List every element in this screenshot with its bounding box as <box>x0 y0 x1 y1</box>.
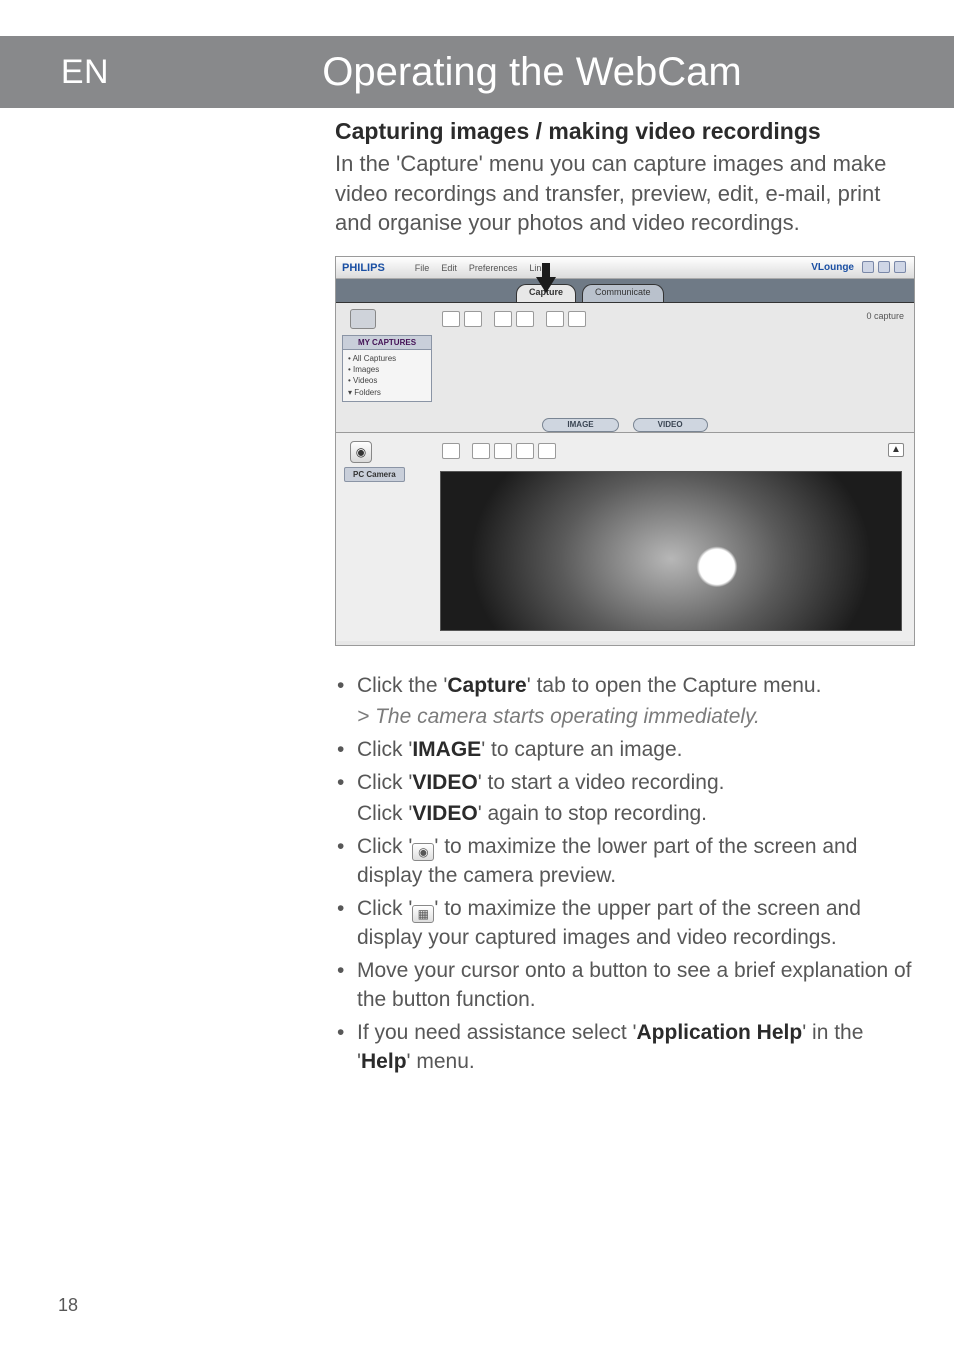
sub-note: > The camera starts operating immediatel… <box>335 703 914 732</box>
minimize-icon[interactable] <box>862 261 874 273</box>
pc-camera-label: PC Camera <box>344 467 405 482</box>
text: ' again to stop recording. <box>478 802 707 825</box>
app-brand: PHILIPS <box>342 262 385 274</box>
bold-text: Capture <box>447 674 526 697</box>
sidebar-item-images[interactable]: • Images <box>348 364 426 375</box>
sidebar-list: • All Captures • Images • Videos ▾ Folde… <box>342 350 432 402</box>
text: Click ' <box>357 897 412 920</box>
tool-icon[interactable] <box>494 443 512 459</box>
capture-mode-buttons: IMAGE VIDEO <box>336 414 914 432</box>
text: If you need assistance select ' <box>357 1021 637 1044</box>
window-controls: VLounge <box>811 261 906 273</box>
menu-preferences[interactable]: Preferences <box>469 263 518 273</box>
preview-pane: ◉ ▲ PC Camera <box>336 433 914 641</box>
chapter-title: Operating the WebCam <box>170 36 954 108</box>
tool-icon[interactable] <box>494 311 512 327</box>
tool-icon[interactable] <box>568 311 586 327</box>
sidebar-item-all[interactable]: • All Captures <box>348 353 426 364</box>
text: Click ' <box>357 835 412 858</box>
bold-text: VIDEO <box>412 771 477 794</box>
list-item: Click 'IMAGE' to capture an image. <box>335 736 914 765</box>
tool-icon[interactable] <box>516 311 534 327</box>
bold-text: Application Help <box>637 1021 803 1044</box>
text: Click the ' <box>357 674 447 697</box>
sub-line: Click 'VIDEO' again to stop recording. <box>335 800 914 829</box>
sidebar-item-folders[interactable]: ▾ Folders <box>348 387 426 398</box>
text: ' to capture an image. <box>481 738 682 761</box>
list-item: Click '▦' to maximize the upper part of … <box>335 895 914 953</box>
preview-toolbar <box>442 443 556 459</box>
list-item: Click the 'Capture' tab to open the Capt… <box>335 672 914 701</box>
tab-communicate[interactable]: Communicate <box>582 284 664 302</box>
tool-icon[interactable] <box>516 443 534 459</box>
capture-count: 0 capture <box>866 311 904 321</box>
callout-arrow-icon <box>532 263 560 293</box>
tool-icon[interactable] <box>464 311 482 327</box>
bold-text: Help <box>361 1050 407 1073</box>
section-intro: In the 'Capture' menu you can capture im… <box>335 149 914 238</box>
mode-tabs: Capture Communicate <box>336 279 914 303</box>
tool-icon[interactable] <box>546 311 564 327</box>
thumbnails-inline-icon: ▦ <box>412 905 434 923</box>
toolbar-separator <box>538 311 542 327</box>
instruction-list: Click the 'Capture' tab to open the Capt… <box>335 672 914 1077</box>
sidebar-header: MY CAPTURES <box>342 335 432 350</box>
toolbar-separator <box>464 443 468 459</box>
captures-pane: MY CAPTURES • All Captures • Images • Vi… <box>336 303 914 433</box>
camera-preview <box>440 471 902 631</box>
close-icon[interactable] <box>894 261 906 273</box>
app-name: VLounge <box>811 262 854 273</box>
text: Click ' <box>357 738 412 761</box>
camera-inline-icon: ◉ <box>412 843 434 861</box>
tool-icon[interactable] <box>538 443 556 459</box>
vlounge-screenshot: PHILIPS File Edit Preferences Links VLou… <box>335 256 915 646</box>
camera-panel-icon[interactable]: ◉ <box>350 441 372 463</box>
bold-text: VIDEO <box>412 802 477 825</box>
text: ' menu. <box>407 1050 475 1073</box>
captures-sidebar: MY CAPTURES • All Captures • Images • Vi… <box>342 309 432 402</box>
language-tab: EN <box>0 36 170 108</box>
text: Click ' <box>357 802 412 825</box>
tool-icon[interactable] <box>442 443 460 459</box>
bold-text: IMAGE <box>412 738 481 761</box>
text: ' to start a video recording. <box>478 771 725 794</box>
text: ' tab to open the Capture menu. <box>527 674 822 697</box>
tool-icon[interactable] <box>472 443 490 459</box>
maximize-icon[interactable] <box>878 261 890 273</box>
text: Click ' <box>357 771 412 794</box>
list-item: Click '◉' to maximize the lower part of … <box>335 833 914 891</box>
video-capture-button[interactable]: VIDEO <box>633 418 708 432</box>
list-item: Click 'VIDEO' to start a video recording… <box>335 769 914 798</box>
captures-toolbar <box>442 311 586 327</box>
page-number: 18 <box>58 1295 78 1316</box>
camera-preview-image <box>441 472 901 630</box>
list-item: If you need assistance select 'Applicati… <box>335 1019 914 1077</box>
collapse-up-icon[interactable]: ▲ <box>888 443 904 457</box>
toolbar-separator <box>486 311 490 327</box>
tool-icon[interactable] <box>442 311 460 327</box>
thumbnails-panel-icon[interactable] <box>350 309 376 329</box>
section-heading: Capturing images / making video recordin… <box>335 118 914 145</box>
list-item: Move your cursor onto a button to see a … <box>335 957 914 1015</box>
sidebar-item-videos[interactable]: • Videos <box>348 375 426 386</box>
image-capture-button[interactable]: IMAGE <box>542 418 618 432</box>
menu-file[interactable]: File <box>415 263 430 273</box>
menu-edit[interactable]: Edit <box>441 263 457 273</box>
